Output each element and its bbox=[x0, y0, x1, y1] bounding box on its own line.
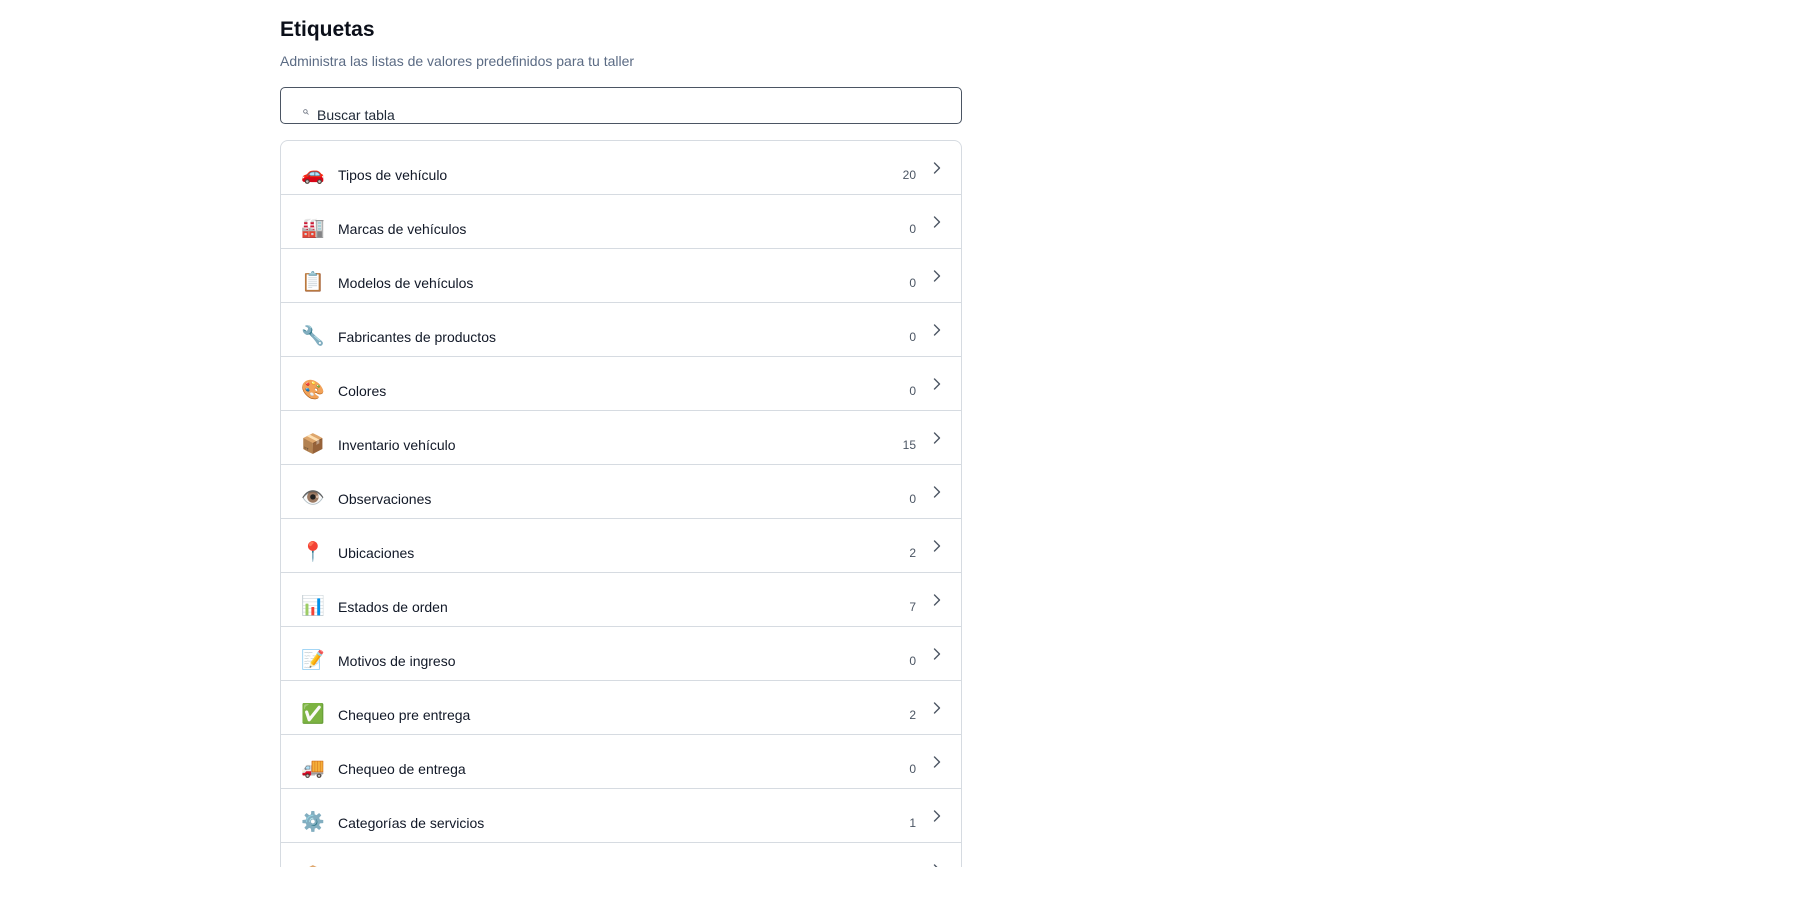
chevron-right-icon bbox=[933, 648, 941, 660]
table-row-inventario-vehiculo[interactable]: 📦 Inventario vehículo 15 bbox=[281, 411, 961, 465]
chevron-right-icon bbox=[933, 378, 941, 390]
table-count: 0 bbox=[909, 762, 916, 776]
table-icon: 📋 bbox=[301, 272, 325, 293]
table-label: Colores bbox=[338, 383, 387, 399]
table-row-motivos-ingreso[interactable]: 📝 Motivos de ingreso 0 bbox=[281, 627, 961, 681]
chevron-right-icon bbox=[933, 540, 941, 552]
page-subtitle: Administra las listas de valores predefi… bbox=[280, 53, 635, 69]
chevron-right-icon bbox=[933, 756, 941, 768]
table-row-categorias-servicios[interactable]: ⚙️ Categorías de servicios 1 bbox=[281, 789, 961, 843]
table-label: Motivos de ingreso bbox=[338, 653, 456, 669]
chevron-right-icon bbox=[933, 270, 941, 282]
table-count: 0 bbox=[909, 222, 916, 236]
table-icon: 📍 bbox=[301, 542, 325, 563]
table-row-modelos-vehiculos[interactable]: 📋 Modelos de vehículos 0 bbox=[281, 249, 961, 303]
table-row-ubicaciones[interactable]: 📍 Ubicaciones 2 bbox=[281, 519, 961, 573]
table-icon: 🎨 bbox=[301, 380, 325, 401]
table-icon: 📦 bbox=[301, 866, 325, 867]
table-icon: 📊 bbox=[301, 596, 325, 617]
chevron-right-icon bbox=[933, 810, 941, 822]
page-title: Etiquetas bbox=[280, 18, 375, 41]
table-row-chequeo-entrega[interactable]: 🚚 Chequeo de entrega 0 bbox=[281, 735, 961, 789]
table-count: 2 bbox=[909, 708, 916, 722]
table-count: 2 bbox=[909, 546, 916, 560]
table-count: 15 bbox=[902, 438, 916, 452]
table-count: 7 bbox=[909, 600, 916, 614]
table-label: Inventario vehículo bbox=[338, 437, 456, 453]
table-icon: 🔧 bbox=[301, 326, 325, 347]
chevron-right-icon bbox=[933, 324, 941, 336]
search-input[interactable] bbox=[317, 105, 917, 123]
table-label: Marcas de vehículos bbox=[338, 221, 467, 237]
chevron-right-icon bbox=[933, 594, 941, 606]
chevron-right-icon bbox=[933, 216, 941, 228]
table-count: 0 bbox=[909, 384, 916, 398]
table-icon: 📝 bbox=[301, 650, 325, 671]
table-icon: 🏭 bbox=[301, 218, 325, 239]
table-label: Categorías de servicios bbox=[338, 815, 485, 831]
search-icon bbox=[303, 109, 309, 115]
table-row-marcas-vehiculos[interactable]: 🏭 Marcas de vehículos 0 bbox=[281, 195, 961, 249]
table-count: 0 bbox=[909, 276, 916, 290]
table-label: Observaciones bbox=[338, 491, 432, 507]
table-icon: 👁️ bbox=[301, 488, 325, 509]
chevron-right-icon bbox=[933, 162, 941, 174]
table-row-colores[interactable]: 🎨 Colores 0 bbox=[281, 357, 961, 411]
table-label: Estados de orden bbox=[338, 599, 448, 615]
chevron-right-icon bbox=[933, 486, 941, 498]
etiquetas-page: Etiquetas Administra las listas de valor… bbox=[280, 16, 962, 867]
table-row-chequeo-pre-entrega[interactable]: ✅ Chequeo pre entrega 2 bbox=[281, 681, 961, 735]
table-row-fabricantes-productos[interactable]: 🔧 Fabricantes de productos 0 bbox=[281, 303, 961, 357]
table-label: Fabricantes de productos bbox=[338, 329, 496, 345]
table-row-estados-orden[interactable]: 📊 Estados de orden 7 bbox=[281, 573, 961, 627]
table-label: Ubicaciones bbox=[338, 545, 415, 561]
table-icon: 🚚 bbox=[301, 758, 325, 779]
table-icon: 📦 bbox=[301, 434, 325, 455]
table-icon: ✅ bbox=[301, 704, 325, 725]
table-count: 0 bbox=[909, 330, 916, 344]
chevron-right-icon bbox=[933, 864, 938, 867]
table-label: Chequeo pre entrega bbox=[338, 707, 471, 723]
table-row-observaciones[interactable]: 👁️ Observaciones 0 bbox=[281, 465, 961, 519]
table-icon: ⚙️ bbox=[301, 812, 325, 833]
table-row-tipos-vehiculo[interactable]: 🚗 Tipos de vehículo 20 bbox=[281, 141, 961, 195]
chevron-right-icon bbox=[933, 702, 941, 714]
table-count: 1 bbox=[909, 816, 916, 830]
table-row-partially-visible-row[interactable]: 📦 bbox=[281, 843, 961, 867]
table-count: 0 bbox=[909, 492, 916, 506]
tables-list: 🚗 Tipos de vehículo 20 🏭 Marcas de vehíc… bbox=[280, 140, 962, 867]
table-label: Chequeo de entrega bbox=[338, 761, 466, 777]
table-count: 0 bbox=[909, 654, 916, 668]
table-count: 20 bbox=[902, 168, 916, 182]
table-label: Modelos de vehículos bbox=[338, 275, 474, 291]
search-box[interactable] bbox=[280, 87, 962, 124]
table-icon: 🚗 bbox=[301, 164, 325, 185]
chevron-right-icon bbox=[933, 432, 941, 444]
table-label: Tipos de vehículo bbox=[338, 167, 448, 183]
